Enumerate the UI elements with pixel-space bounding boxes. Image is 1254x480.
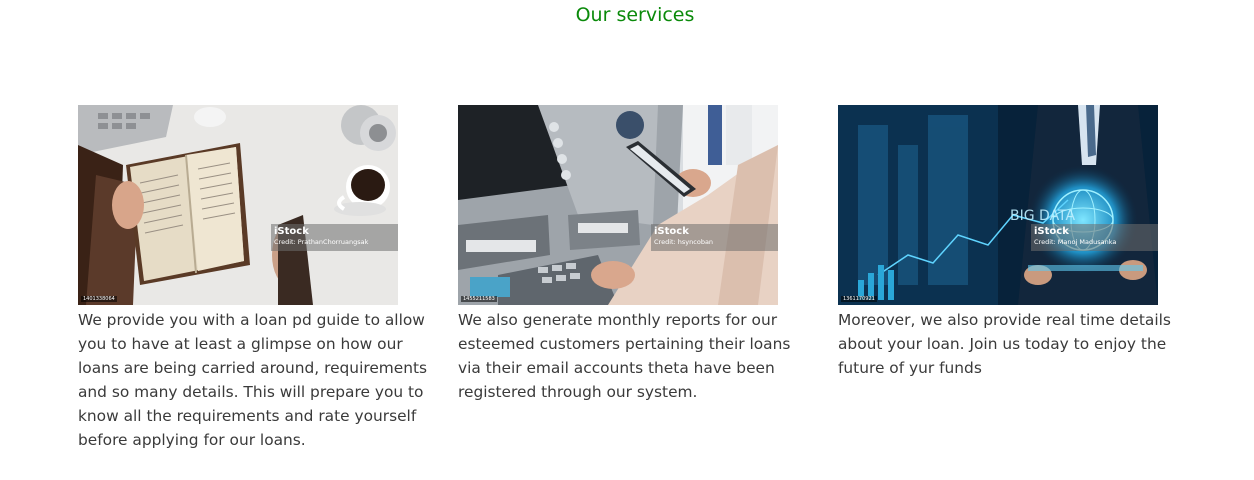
service-card-loan-guide: iStock Credit: PrathanChorruangsak 14013…: [78, 105, 438, 452]
service-card-real-time-details: BIG DATA iStock Credit: Manoj Madusanka …: [838, 105, 1198, 380]
section-title: Our services: [575, 4, 695, 26]
service-card-monthly-reports: iStock Credit: hsyncoban 1455211583 We a…: [458, 105, 818, 404]
watermark-brand: iStock: [1034, 226, 1069, 237]
image-watermark: iStock Credit: hsyncoban: [651, 224, 778, 251]
reading-book-illustration: [78, 105, 398, 305]
service-image-atm: iStock Credit: hsyncoban 1455211583: [458, 105, 778, 305]
image-watermark: iStock Credit: PrathanChorruangsak: [271, 224, 398, 251]
image-id: 1455211583: [461, 296, 497, 302]
watermark-brand: iStock: [274, 226, 309, 237]
watermark-credit: Credit: PrathanChorruangsak: [274, 238, 369, 246]
service-description: We provide you with a loan pd guide to a…: [78, 311, 428, 449]
watermark-credit: Credit: Manoj Madusanka: [1034, 238, 1117, 246]
image-id: 1401338064: [81, 296, 117, 302]
atm-phone-illustration: [458, 105, 778, 305]
services-section: Our services iStock Credit: PrathanChorr…: [0, 0, 1254, 480]
service-description: Moreover, we also provide real time deta…: [838, 311, 1171, 377]
service-description: We also generate monthly reports for our…: [458, 311, 791, 401]
image-watermark: iStock Credit: Manoj Madusanka: [1031, 224, 1158, 251]
watermark-brand: iStock: [654, 226, 689, 237]
watermark-credit: Credit: hsyncoban: [654, 238, 714, 246]
image-id: 1361170921: [841, 296, 877, 302]
big-data-illustration: BIG DATA: [838, 105, 1158, 305]
service-image-big-data: BIG DATA iStock Credit: Manoj Madusanka …: [838, 105, 1158, 305]
service-image-book: iStock Credit: PrathanChorruangsak 14013…: [78, 105, 398, 305]
svg-text:BIG DATA: BIG DATA: [1010, 208, 1076, 224]
